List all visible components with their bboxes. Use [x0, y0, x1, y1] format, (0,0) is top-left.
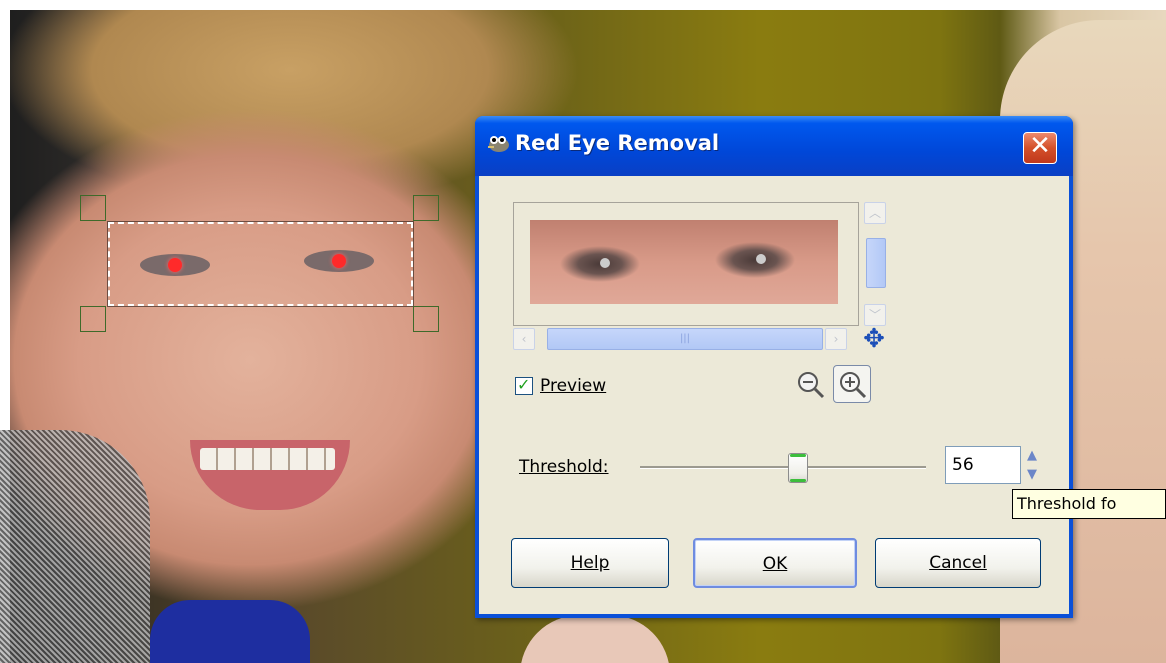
- cancel-button[interactable]: Cancel: [875, 538, 1041, 588]
- selection-handle-top-left[interactable]: [80, 195, 106, 221]
- preview-vertical-scrollbar[interactable]: ︿ ﹀: [864, 202, 886, 326]
- zoom-in-button[interactable]: [833, 365, 871, 403]
- threshold-tooltip: Threshold fo: [1012, 489, 1166, 519]
- vertical-scroll-thumb[interactable]: [866, 238, 886, 288]
- scroll-down-button[interactable]: ﹀: [864, 304, 886, 326]
- dialog-title: Red Eye Removal: [515, 131, 720, 155]
- preview-checkbox[interactable]: ✓: [515, 375, 533, 395]
- threshold-value: 56: [952, 455, 974, 475]
- threshold-slider-thumb[interactable]: [788, 453, 808, 483]
- preview-horizontal-scrollbar[interactable]: ‹ ||| ›: [513, 328, 859, 350]
- threshold-spin-input[interactable]: 56: [945, 446, 1021, 484]
- preview-pupil: [600, 258, 610, 268]
- sweater-area: [0, 430, 150, 663]
- help-button[interactable]: Help: [511, 538, 669, 588]
- teeth-area: [200, 448, 335, 470]
- preview-image[interactable]: [530, 220, 838, 304]
- help-button-label: Help: [570, 553, 610, 573]
- move-arrows-icon[interactable]: ✥: [860, 326, 888, 352]
- spin-up-arrow-icon[interactable]: ▲: [1022, 446, 1042, 465]
- zoom-out-icon: [798, 372, 825, 399]
- cancel-button-label: Cancel: [929, 553, 987, 573]
- threshold-label-text: Threshold:: [519, 457, 609, 477]
- ok-button-label: OK: [762, 554, 788, 574]
- preview-pupil: [756, 254, 766, 264]
- zoom-in-icon: [840, 372, 867, 399]
- dialog-client-area: ︿ ﹀ ‹ ||| › ✥ ✓ Preview Threshold: 56 ▲ …: [479, 176, 1069, 614]
- finger-area: [520, 615, 670, 663]
- dialog-titlebar[interactable]: Red Eye Removal ✕: [475, 116, 1073, 176]
- selection-handle-bottom-left[interactable]: [80, 306, 106, 332]
- threshold-slider-track[interactable]: [640, 466, 926, 469]
- threshold-label: Threshold:: [519, 457, 609, 477]
- scroll-right-button[interactable]: ›: [825, 328, 847, 350]
- zoom-out-button[interactable]: [794, 368, 828, 402]
- shirt-area: [150, 600, 310, 663]
- selection-handle-top-right[interactable]: [413, 195, 439, 221]
- close-icon: ✕: [1029, 131, 1051, 161]
- selection-handle-bottom-right[interactable]: [413, 306, 439, 332]
- ok-button[interactable]: OK: [693, 538, 857, 588]
- checkmark-icon: ✓: [517, 375, 531, 394]
- scroll-up-button[interactable]: ︿: [864, 202, 886, 224]
- spin-down-arrow-icon[interactable]: ▼: [1022, 465, 1042, 484]
- red-eye-removal-dialog: Red Eye Removal ✕ ︿ ﹀ ‹ ||| › ✥ ✓ Previe…: [475, 116, 1073, 618]
- gimp-wilber-icon: [485, 132, 511, 154]
- close-button[interactable]: ✕: [1023, 131, 1057, 164]
- scroll-left-button[interactable]: ‹: [513, 328, 535, 350]
- selection-marquee[interactable]: [107, 221, 414, 307]
- canvas-top-edge: [0, 0, 1166, 10]
- horizontal-scroll-thumb[interactable]: |||: [547, 328, 823, 350]
- preview-label-text: Preview: [540, 376, 607, 396]
- preview-label[interactable]: Preview: [540, 376, 606, 396]
